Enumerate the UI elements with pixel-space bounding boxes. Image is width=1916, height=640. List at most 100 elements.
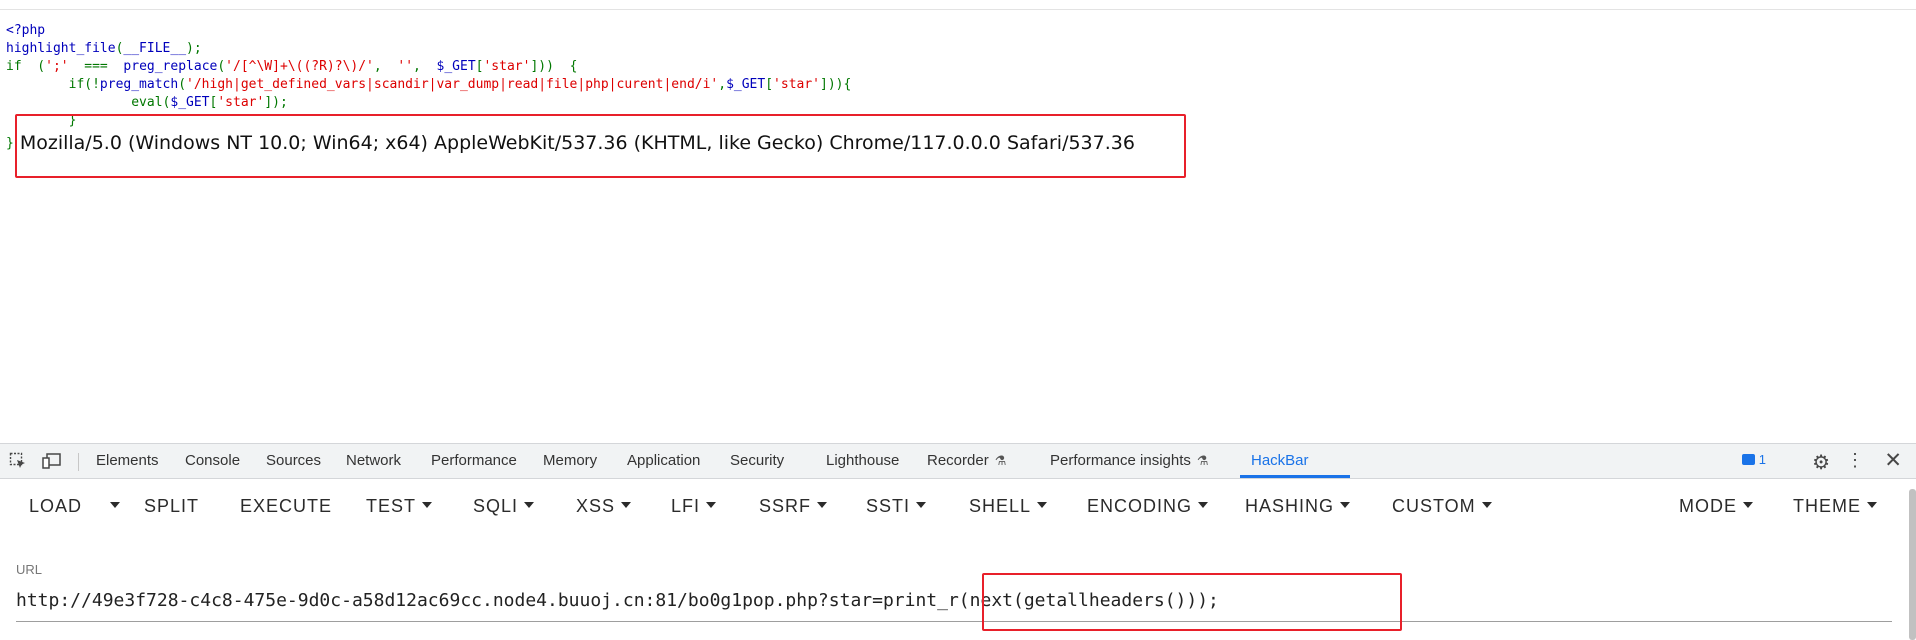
code-token: , [718,77,727,92]
ssrf-menu-button[interactable]: SSRF [759,479,828,533]
code-token: '' [397,59,414,74]
code-token: if(! [6,77,100,92]
chevron-down-icon [110,502,120,509]
recorder-flask-icon: ⚗ [994,453,1007,468]
mode-menu-label: MODE [1679,496,1737,516]
url-input-underline [16,621,1892,622]
insights-flask-icon: ⚗ [1196,453,1209,468]
test-menu-label: TEST [366,496,417,516]
hashing-menu-button[interactable]: HASHING [1245,479,1351,533]
xss-menu-button[interactable]: XSS [576,479,632,533]
hashing-menu-label: HASHING [1245,496,1335,516]
code-token: ])){ [820,77,852,92]
chevron-down-icon [817,502,828,509]
load-dropdown-button[interactable] [104,479,120,533]
code-token: highlight_file [6,41,116,56]
code-token: , [413,59,437,74]
url-input[interactable]: http://49e3f728-c4c8-475e-9d0c-a58d12ac6… [16,584,1892,618]
sqli-menu-button[interactable]: SQLI [473,479,535,533]
code-line: highlight_file(__FILE__); [6,40,851,58]
panel-scrollbar[interactable] [1909,489,1916,640]
tab-elements[interactable]: Elements [96,444,159,478]
active-tab-indicator [1240,475,1350,478]
chevron-down-icon [1481,502,1492,509]
test-menu-button[interactable]: TEST [366,479,433,533]
load-button[interactable]: LOAD [29,479,82,533]
url-label: URL [16,562,43,577]
output-line: } Mozilla/5.0 (Windows NT 10.0; Win64; x… [6,130,1135,156]
code-token: if ( [6,59,46,74]
code-token: } [6,113,77,128]
inspect-element-icon[interactable] [8,451,28,471]
custom-menu-button[interactable]: CUSTOM [1392,479,1492,533]
chevron-down-icon [621,502,632,509]
split-button[interactable]: SPLIT [144,479,199,533]
code-token: ( [217,59,226,74]
tab-sources[interactable]: Sources [266,444,321,478]
code-line: if(!preg_match('/high|get_defined_vars|s… [6,76,852,94]
custom-menu-label: CUSTOM [1392,496,1476,516]
execute-button[interactable]: EXECUTE [240,479,332,533]
device-toolbar-icon[interactable] [42,451,62,471]
code-token: <?php [6,23,46,38]
tab-recorder[interactable]: Recorder ⚗ [927,444,1006,478]
close-icon[interactable]: ✕ [1884,448,1902,473]
user-agent-output: Mozilla/5.0 (Windows NT 10.0; Win64; x64… [19,132,1135,154]
tab-network[interactable]: Network [346,444,401,478]
page-top-divider [0,9,1916,10]
tab-recorder-label: Recorder [927,452,989,469]
sqli-menu-label: SQLI [473,496,519,516]
more-options-icon[interactable]: ⋮ [1846,450,1864,471]
code-token: ])) { [530,59,578,74]
code-token: [ [765,77,774,92]
devtools-panel: Elements Console Sources Network Perform… [0,443,1916,640]
shell-menu-button[interactable]: SHELL [969,479,1048,533]
issues-count: 1 [1758,452,1766,467]
issues-icon [1741,454,1755,465]
code-token: preg_replace [123,59,218,74]
chevron-down-icon [1037,502,1048,509]
issues-counter[interactable]: 1 [1741,452,1766,467]
chevron-down-icon [422,502,433,509]
tab-security[interactable]: Security [730,444,784,478]
chevron-down-icon [1867,502,1877,509]
tab-application[interactable]: Application [627,444,700,478]
tabbar-separator [78,453,79,471]
tab-console[interactable]: Console [185,444,240,478]
code-token: preg_match [99,77,179,92]
code-token: eval [6,95,163,110]
code-token: $_GET [170,95,210,110]
code-token: , [373,59,398,74]
code-token: '/[^\W]+\((?R)?\)/' [225,59,374,74]
code-token: $_GET [726,77,766,92]
code-token: ';' [45,59,69,74]
tab-hackbar[interactable]: HackBar [1251,444,1309,478]
tab-memory[interactable]: Memory [543,444,597,478]
chevron-down-icon [524,502,535,509]
ssti-menu-label: SSTI [866,496,911,516]
mode-menu-button[interactable]: MODE [1679,479,1753,533]
xss-menu-label: XSS [576,496,616,516]
tab-performance-insights-label: Performance insights [1050,452,1191,469]
tab-lighthouse[interactable]: Lighthouse [826,444,899,478]
tab-performance-insights[interactable]: Performance insights ⚗ [1050,444,1209,478]
encoding-menu-label: ENCODING [1087,496,1193,516]
chevron-down-icon [706,502,717,509]
code-line: if (';' === preg_replace('/[^\W]+\((?R)?… [6,58,851,76]
settings-gear-icon[interactable]: ⚙ [1812,450,1830,475]
closing-brace: } [6,135,14,151]
lfi-menu-button[interactable]: LFI [671,479,717,533]
encoding-menu-button[interactable]: ENCODING [1087,479,1209,533]
code-token: 'star' [773,77,821,92]
code-token: ); [186,41,202,56]
lfi-menu-label: LFI [671,496,701,516]
chevron-down-icon [1743,502,1753,509]
chevron-down-icon [1198,502,1209,509]
code-line: } [6,112,851,130]
code-line: <?php [6,22,851,40]
code-line: eval($_GET['star']); [6,94,851,112]
tab-performance[interactable]: Performance [431,444,517,478]
ssti-menu-button[interactable]: SSTI [866,479,927,533]
theme-menu-button[interactable]: THEME [1793,479,1877,533]
ssrf-menu-label: SSRF [759,496,812,516]
